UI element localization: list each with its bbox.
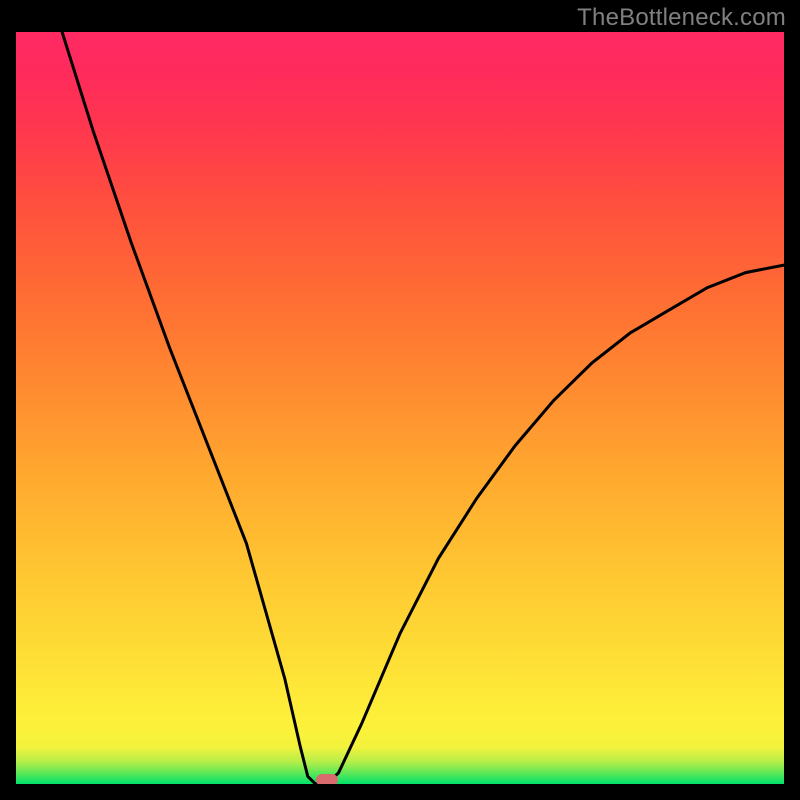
optimum-marker [316, 774, 338, 784]
curve-path [62, 32, 784, 784]
plot-area [16, 32, 784, 784]
chart-frame: TheBottleneck.com [0, 0, 800, 800]
watermark-text: TheBottleneck.com [577, 4, 786, 32]
bottleneck-curve [16, 32, 784, 784]
